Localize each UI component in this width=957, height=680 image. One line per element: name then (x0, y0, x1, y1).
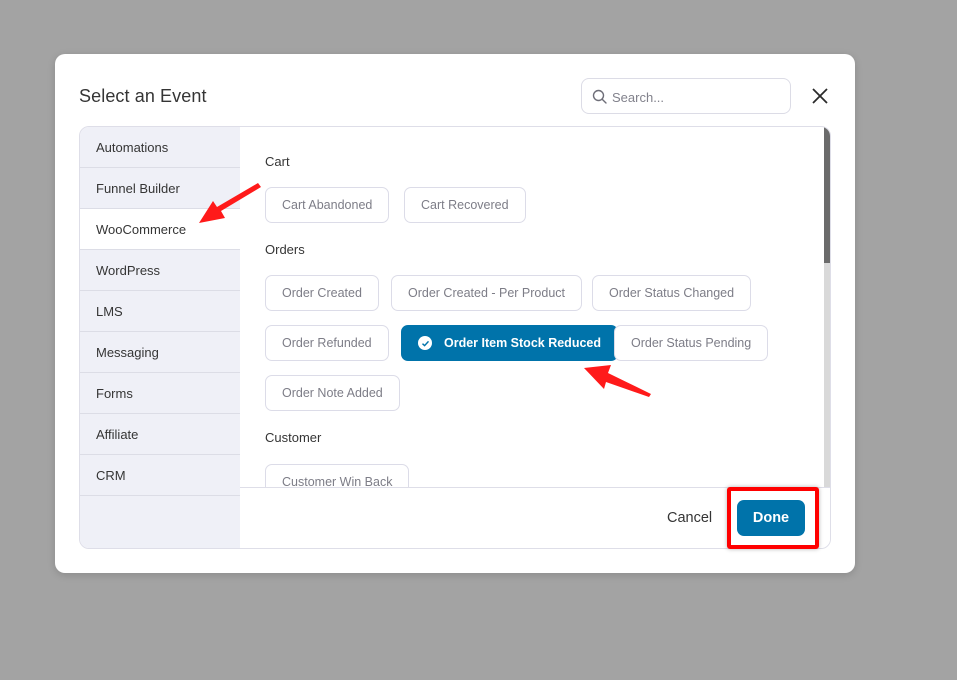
search-input[interactable] (612, 87, 782, 107)
sidebar-item-affiliate[interactable]: Affiliate (80, 414, 240, 455)
event-chip-order-status-pending[interactable]: Order Status Pending (614, 325, 769, 361)
section-label-orders: Orders (265, 242, 305, 257)
scrollbar[interactable] (824, 127, 830, 487)
annotation-highlight-box (727, 487, 819, 549)
section-label-customer: Customer (265, 430, 322, 445)
modal-title: Select an Event (79, 86, 207, 106)
selected-event-label: Order Item Stock Reduced (444, 336, 601, 350)
event-list: Cart Cart Abandoned Cart Recovered Order… (240, 127, 824, 487)
sidebar-item-label: CRM (96, 467, 126, 483)
search-icon (592, 89, 607, 104)
sidebar-item-lms[interactable]: LMS (80, 291, 240, 332)
check-circle-icon (418, 336, 432, 350)
event-chip-cart-abandoned[interactable]: Cart Abandoned (265, 187, 390, 223)
sidebar-item-wordpress[interactable]: WordPress (80, 250, 240, 291)
sidebar-item-messaging[interactable]: Messaging (80, 332, 240, 373)
event-chip-cart-recovered[interactable]: Cart Recovered (404, 187, 526, 223)
sidebar-item-forms[interactable]: Forms (80, 373, 240, 414)
sidebar-item-label: Automations (96, 139, 169, 155)
search-box[interactable] (581, 78, 791, 114)
sidebar-item-label: WooCommerce (96, 221, 187, 237)
sidebar-item-automations[interactable]: Automations (80, 127, 240, 168)
sidebar-item-label: Forms (96, 385, 133, 401)
sidebar-item-label: Funnel Builder (96, 180, 180, 196)
sidebar-item-label: Messaging (96, 344, 159, 360)
event-chip-order-item-stock-reduced[interactable]: Order Item Stock Reduced (401, 325, 618, 361)
sidebar-item-label: Affiliate (96, 426, 139, 442)
event-chip-order-created[interactable]: Order Created (265, 275, 379, 311)
sidebar-item-label: WordPress (96, 262, 161, 278)
section-label-cart: Cart (265, 154, 290, 169)
event-chip-order-status-changed[interactable]: Order Status Changed (592, 275, 752, 311)
event-chip-order-refunded[interactable]: Order Refunded (265, 325, 389, 361)
close-button[interactable] (811, 87, 829, 105)
cancel-button[interactable]: Cancel (667, 510, 712, 526)
close-icon (812, 88, 828, 104)
event-chip-order-created-per-product[interactable]: Order Created - Per Product (391, 275, 583, 311)
annotation-arrow-sidebar (199, 183, 261, 223)
event-chip-order-note-added[interactable]: Order Note Added (265, 375, 400, 411)
annotation-arrow-selected (584, 365, 651, 397)
sidebar-item-crm[interactable]: CRM (80, 455, 240, 496)
scrollbar-thumb[interactable] (824, 127, 830, 263)
sidebar-item-label: LMS (96, 303, 123, 319)
event-panel: Automations Funnel Builder WooCommerce W… (79, 126, 831, 549)
event-chip-customer-win-back[interactable]: Customer Win Back (265, 464, 410, 487)
